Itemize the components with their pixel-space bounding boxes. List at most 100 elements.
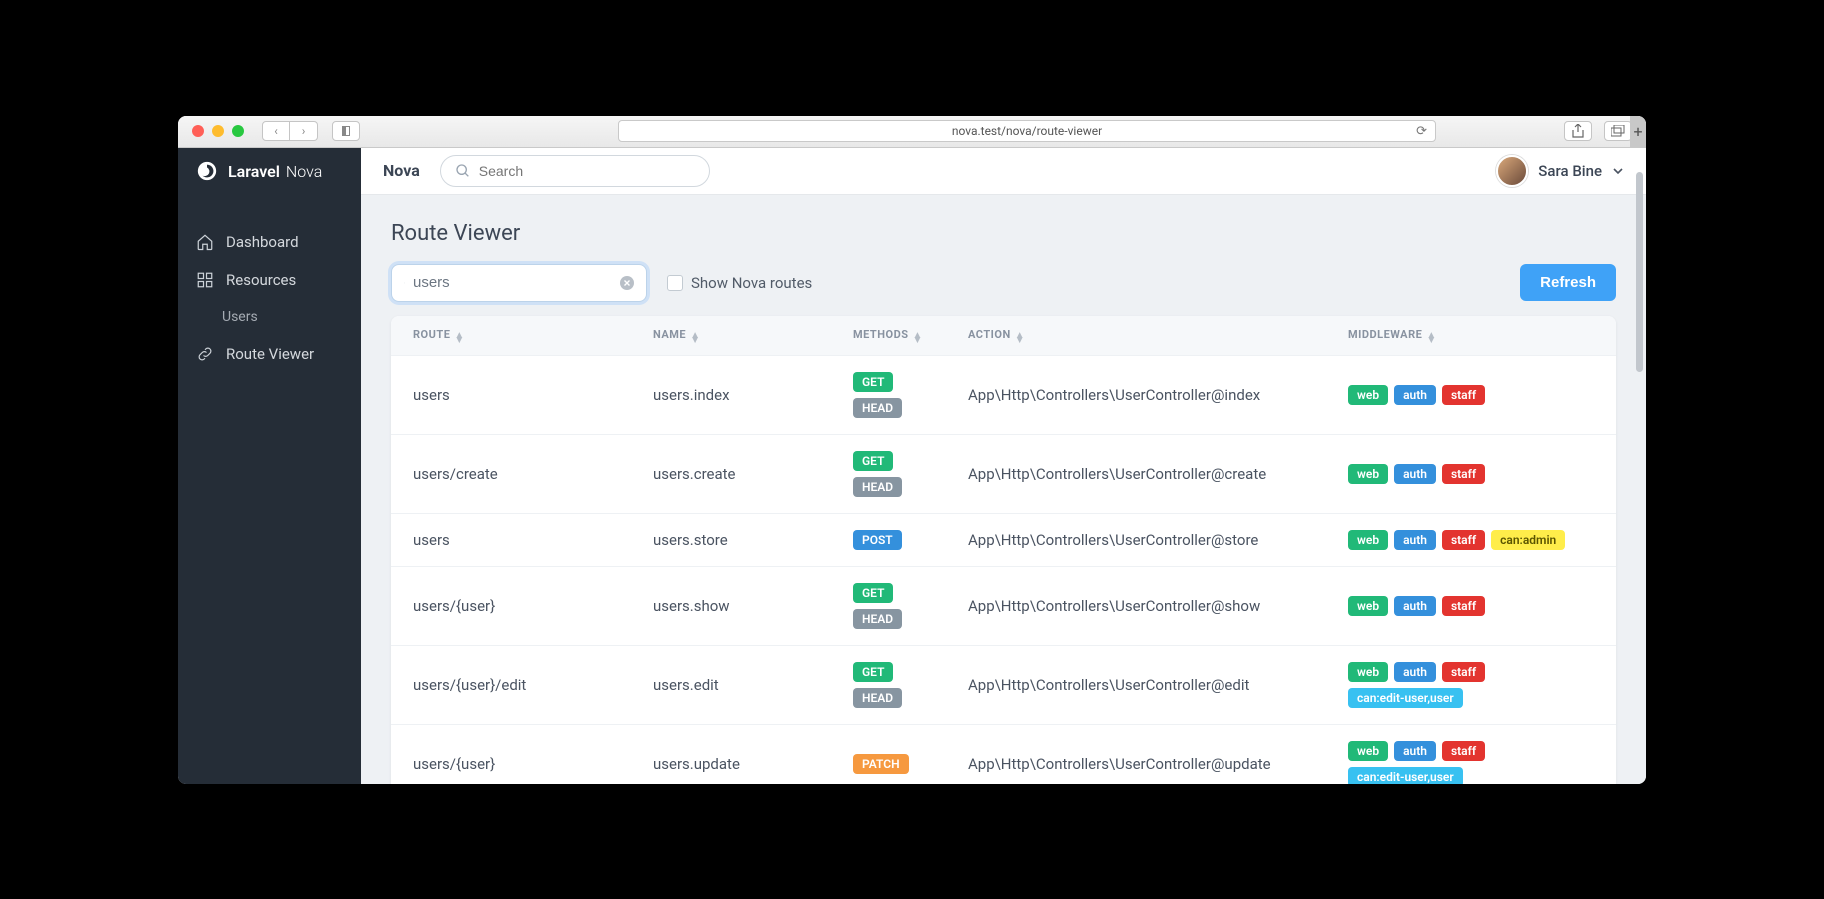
cell-methods: POST: [841, 513, 956, 566]
page-title: Route Viewer: [391, 221, 1616, 246]
clear-filter-icon[interactable]: [620, 276, 634, 290]
cell-methods: GET HEAD: [841, 566, 956, 645]
sort-icon: ▲▼: [454, 333, 464, 343]
show-nova-label: Show Nova routes: [691, 274, 812, 292]
method-badge: HEAD: [853, 398, 902, 418]
forward-button[interactable]: ›: [290, 121, 318, 141]
col-methods[interactable]: Methods▲▼: [841, 316, 956, 356]
table-row: users/create users.create GETHEAD App\Ht…: [391, 434, 1616, 513]
cell-name: users.update: [641, 724, 841, 784]
method-badge: GET: [853, 451, 893, 471]
middleware-badge: staff: [1442, 662, 1485, 682]
minimize-window-button[interactable]: [212, 125, 224, 137]
refresh-button[interactable]: Refresh: [1520, 264, 1616, 301]
middleware-badge: staff: [1442, 530, 1485, 550]
sidebar: Laravel Nova Dashboard Resources Users R…: [178, 148, 361, 784]
middleware-badge: auth: [1394, 530, 1436, 550]
method-badge: GET: [853, 372, 893, 392]
middleware-badge: staff: [1442, 385, 1485, 405]
topbar: Nova Sara Bine: [361, 148, 1646, 195]
avatar: [1496, 155, 1528, 187]
cell-route: users/{user}/edit: [391, 645, 641, 724]
new-tab-button[interactable]: +: [1630, 116, 1646, 148]
scrollbar[interactable]: [1636, 172, 1643, 372]
middleware-badge: auth: [1394, 464, 1436, 484]
middleware-badge: web: [1348, 464, 1388, 484]
method-badge: GET: [853, 662, 893, 682]
close-window-button[interactable]: [192, 125, 204, 137]
brand-logo[interactable]: Laravel Nova: [178, 148, 361, 195]
url-bar[interactable]: nova.test/nova/route-viewer ⟳: [618, 120, 1436, 142]
cell-action: App\Http\Controllers\UserController@crea…: [956, 434, 1336, 513]
checkbox-icon: [667, 275, 683, 291]
brand-name-2: Nova: [286, 162, 322, 181]
table-row: users/{user}/edit users.edit GETHEAD App…: [391, 645, 1616, 724]
method-badge: GET: [853, 583, 893, 603]
middleware-badge: web: [1348, 596, 1388, 616]
show-nova-routes-toggle[interactable]: Show Nova routes: [667, 274, 812, 292]
sidebar-item-route-viewer[interactable]: Route Viewer: [178, 335, 361, 373]
url-text: nova.test/nova/route-viewer: [952, 124, 1102, 138]
share-button[interactable]: [1564, 121, 1592, 141]
filter-search[interactable]: [391, 264, 647, 302]
middleware-badge: auth: [1394, 385, 1436, 405]
nova-logo-icon: [196, 160, 218, 182]
method-badge: HEAD: [853, 609, 902, 629]
cell-action: App\Http\Controllers\UserController@inde…: [956, 355, 1336, 434]
middleware-badge: auth: [1394, 741, 1436, 761]
cell-methods: PATCH: [841, 724, 956, 784]
sidebar-label-users: Users: [222, 309, 258, 325]
sidebar-toggle-button[interactable]: [332, 121, 360, 141]
user-menu[interactable]: Sara Bine: [1496, 155, 1624, 187]
cell-route: users/{user}: [391, 566, 641, 645]
grid-icon: [196, 271, 214, 289]
middleware-badge: web: [1348, 662, 1388, 682]
cell-middleware: webauthstaffcan:edit-user,user: [1336, 724, 1616, 784]
user-name: Sara Bine: [1538, 162, 1602, 180]
app-name: Nova: [383, 161, 420, 180]
browser-chrome: ‹ › nova.test/nova/route-viewer ⟳ +: [178, 116, 1646, 148]
col-middleware[interactable]: Middleware▲▼: [1336, 316, 1616, 356]
col-name[interactable]: Name▲▼: [641, 316, 841, 356]
link-icon: [196, 345, 214, 363]
sidebar-label-dashboard: Dashboard: [226, 233, 299, 251]
cell-route: users/create: [391, 434, 641, 513]
sidebar-item-dashboard[interactable]: Dashboard: [178, 223, 361, 261]
reload-icon[interactable]: ⟳: [1416, 124, 1427, 139]
tabs-button[interactable]: [1604, 121, 1632, 141]
col-route[interactable]: Route▲▼: [391, 316, 641, 356]
home-icon: [196, 233, 214, 251]
cell-action: App\Http\Controllers\UserController@upda…: [956, 724, 1336, 784]
method-badge: PATCH: [853, 754, 909, 774]
middleware-badge: auth: [1394, 662, 1436, 682]
cell-methods: GETHEAD: [841, 645, 956, 724]
cell-methods: GET HEAD: [841, 355, 956, 434]
cell-route: users: [391, 513, 641, 566]
method-badge: POST: [853, 530, 902, 550]
cell-middleware: webauthstaffcan:edit-user,user: [1336, 645, 1616, 724]
middleware-badge: web: [1348, 385, 1388, 405]
filter-input[interactable]: [413, 274, 612, 291]
middleware-badge: staff: [1442, 741, 1485, 761]
sort-icon: ▲▼: [690, 333, 700, 343]
sidebar-item-users[interactable]: Users: [178, 299, 361, 335]
sort-icon: ▲▼: [1015, 333, 1025, 343]
cell-name: users.index: [641, 355, 841, 434]
sidebar-label-route-viewer: Route Viewer: [226, 345, 314, 363]
col-action[interactable]: Action▲▼: [956, 316, 1336, 356]
cell-middleware: webauth staff: [1336, 355, 1616, 434]
cell-name: users.show: [641, 566, 841, 645]
global-search[interactable]: [440, 155, 710, 187]
sidebar-item-resources[interactable]: Resources: [178, 261, 361, 299]
cell-methods: GETHEAD: [841, 434, 956, 513]
back-button[interactable]: ‹: [262, 121, 290, 141]
table-row: users users.index GETHEAD App\Http\Contr…: [391, 355, 1616, 434]
cell-name: users.edit: [641, 645, 841, 724]
cell-middleware: webauthstaffcan:admin: [1336, 513, 1616, 566]
cell-middleware: webauthstaff: [1336, 434, 1616, 513]
chevron-down-icon: [1612, 165, 1624, 177]
global-search-input[interactable]: [479, 163, 695, 179]
maximize-window-button[interactable]: [232, 125, 244, 137]
cell-action: App\Http\Controllers\UserController@stor…: [956, 513, 1336, 566]
middleware-badge: web: [1348, 530, 1388, 550]
